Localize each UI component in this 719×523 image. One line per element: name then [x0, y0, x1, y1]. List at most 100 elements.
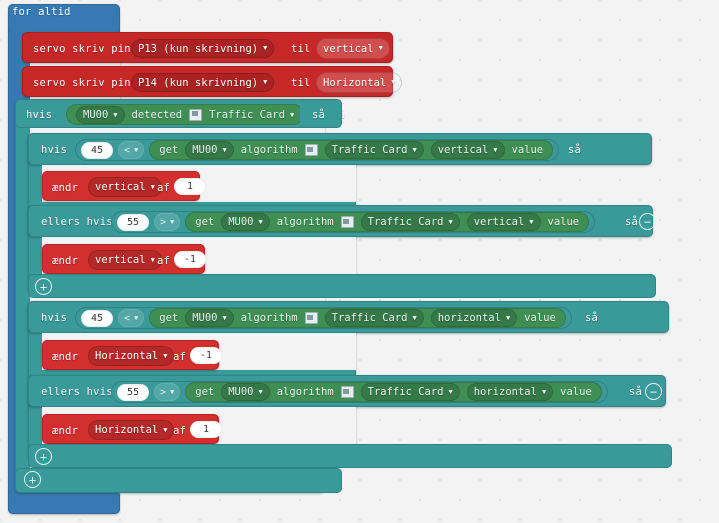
vertical-elseif-algorithm: algorithm [276, 216, 334, 228]
change-by-label: af [157, 255, 171, 267]
horizontal-if-header[interactable]: hvis 45 < ▼ get MU00 ▼ algorithm Traffic… [28, 301, 669, 333]
vertical-if-foot[interactable] [28, 274, 656, 298]
servo2-action-label: servo skriv pin [33, 77, 131, 89]
change-variable-dropdown[interactable]: Horizontal ▼ [88, 346, 175, 366]
outer-if-foot[interactable] [15, 468, 342, 493]
change-variable-value: Horizontal [95, 424, 159, 436]
chevron-down-icon: ▼ [493, 146, 498, 154]
vertical-if-then-label: så [568, 144, 582, 156]
plus-circle-icon[interactable]: + [35, 278, 52, 295]
change-variable-dropdown[interactable]: vertical ▼ [88, 250, 162, 270]
vertical-elseif-axis-dropdown[interactable]: vertical ▼ [466, 213, 541, 231]
vertical-if-header[interactable]: hvis 45 < ▼ get MU00 ▼ algorithm Traffic… [28, 133, 652, 165]
servo1-pin-dropdown[interactable]: P13 (kun skrivning) ▼ [131, 39, 275, 58]
outer-if-then-strip[interactable]: så [300, 99, 342, 128]
horizontal-elseif-operator-dropdown[interactable]: > ▼ [154, 383, 181, 401]
outer-if-verb: detected [131, 108, 183, 121]
traffic-card-icon [189, 108, 203, 121]
servo2-pin-dropdown[interactable]: P14 (kun skrivning) ▼ [131, 73, 275, 92]
outer-if-device-dropdown[interactable]: MU00 ▼ [76, 105, 125, 124]
chevron-down-icon: ▼ [412, 146, 417, 154]
chevron-down-icon: ▼ [163, 425, 168, 434]
change-amount-input[interactable]: 1 [190, 421, 222, 438]
vertical-elseif-header[interactable]: ellers hvis 55 > ▼ get MU00 ▼ algorithm … [28, 205, 656, 237]
horizontal-elseif-label: ellers hvis [41, 386, 113, 398]
change-by-label: af [173, 351, 187, 363]
vertical-elseif-number[interactable]: 55 [117, 213, 149, 231]
vertical-elseif-get-reporter[interactable]: get MU00 ▼ algorithm Traffic Card ▼ vert… [185, 212, 590, 232]
vertical-elseif-device-dropdown[interactable]: MU00 ▼ [221, 213, 270, 231]
horizontal-if-number[interactable]: 45 [81, 309, 113, 327]
change-amount-input[interactable]: -1 [190, 347, 222, 364]
chevron-down-icon: ▼ [150, 182, 155, 191]
horizontal-elseif-value-word: value [560, 386, 592, 398]
vertical-elseif-target: Traffic Card [367, 216, 444, 228]
horizontal-elseif-number[interactable]: 55 [117, 383, 149, 401]
chevron-down-icon: ▼ [222, 314, 227, 322]
servo2-value-dropdown[interactable]: Horizontal ▼ [316, 72, 403, 93]
outer-if-target-dropdown[interactable]: Traffic Card ▼ [209, 109, 294, 121]
horizontal-elseif-axis-dropdown[interactable]: horizontal ▼ [466, 383, 554, 401]
servo1-value-dropdown[interactable]: vertical ▼ [316, 38, 390, 59]
change-variable-value: vertical [95, 181, 146, 193]
vertical-if-axis-dropdown[interactable]: vertical ▼ [430, 141, 505, 159]
vertical-elseif-device: MU00 [228, 216, 254, 228]
outer-if-then-text: så [312, 109, 326, 121]
horizontal-elseif-then-label: så [629, 386, 643, 398]
horizontal-elseif-axis: horizontal [473, 386, 537, 398]
vertical-if-label: hvis [41, 144, 68, 156]
vertical-if-value-word: value [511, 144, 544, 156]
vertical-elseif-operator-dropdown[interactable]: > ▼ [154, 213, 181, 231]
change-amount-input[interactable]: -1 [174, 251, 206, 268]
vertical-if-get-reporter[interactable]: get MU00 ▼ algorithm Traffic Card ▼ vert… [149, 140, 554, 160]
change-horizontal-by-minus1-block[interactable]: ændr Horizontal ▼ af -1 [42, 340, 222, 370]
change-action-label: ændr [52, 182, 79, 194]
chevron-down-icon: ▼ [113, 110, 118, 119]
horizontal-elseif-header[interactable]: ellers hvis 55 > ▼ get MU00 ▼ algorithm … [28, 375, 666, 407]
horizontal-if-get-reporter[interactable]: get MU00 ▼ algorithm Traffic Card ▼ hori… [149, 308, 566, 328]
servo-write-block-2[interactable]: servo skriv pin P14 (kun skrivning) ▼ ti… [22, 66, 403, 97]
vertical-if-target: Traffic Card [331, 144, 408, 156]
horizontal-if-target-dropdown[interactable]: Traffic Card ▼ [324, 309, 424, 327]
chevron-down-icon: ▼ [391, 78, 396, 86]
vertical-elseif-target-dropdown[interactable]: Traffic Card ▼ [360, 213, 460, 231]
change-variable-dropdown[interactable]: vertical ▼ [88, 177, 162, 197]
vertical-if-device-dropdown[interactable]: MU00 ▼ [185, 141, 234, 159]
change-amount-input[interactable]: 1 [174, 178, 206, 195]
horizontal-elseif-get-reporter[interactable]: get MU00 ▼ algorithm Traffic Card ▼ hori… [185, 382, 602, 402]
horizontal-elseif-target-dropdown[interactable]: Traffic Card ▼ [360, 383, 460, 401]
change-vertical-by-minus1-block[interactable]: ændr vertical ▼ af -1 [42, 244, 206, 274]
vertical-if-number[interactable]: 45 [81, 141, 113, 159]
change-horizontal-by-1-block[interactable]: ændr Horizontal ▼ af 1 [42, 414, 222, 444]
horizontal-elseif-comparison[interactable]: 55 > ▼ get MU00 ▼ algorithm Traffic Card… [111, 381, 608, 403]
vertical-if-comparison[interactable]: 45 < ▼ get MU00 ▼ algorithm Traffic Card… [75, 139, 560, 161]
change-vertical-by-1-block[interactable]: ændr vertical ▼ af 1 [42, 171, 206, 201]
vertical-elseif-value-word: value [547, 216, 580, 228]
servo-write-block-1[interactable]: servo skriv pin P13 (kun skrivning) ▼ ti… [22, 32, 393, 63]
change-variable-dropdown[interactable]: Horizontal ▼ [88, 420, 175, 440]
horizontal-if-get: get [159, 312, 179, 324]
horizontal-if-device-dropdown[interactable]: MU00 ▼ [185, 309, 234, 327]
horizontal-if-comparison[interactable]: 45 < ▼ get MU00 ▼ algorithm Traffic Card… [75, 307, 572, 329]
chevron-down-icon: ▼ [163, 351, 168, 360]
horizontal-if-axis-dropdown[interactable]: horizontal ▼ [430, 309, 518, 327]
outer-if-header[interactable]: hvis MU00 ▼ detected Traffic Card ▼ så [15, 99, 345, 128]
vertical-if-operator-dropdown[interactable]: < ▼ [118, 141, 145, 159]
blocks-workspace[interactable]: for altid servo skriv pin P13 (kun skriv… [0, 0, 719, 523]
minus-circle-icon[interactable]: − [639, 213, 656, 230]
plus-circle-icon[interactable]: + [35, 448, 52, 465]
forever-foot[interactable] [8, 490, 120, 514]
mu-detected-reporter[interactable]: MU00 ▼ detected Traffic Card ▼ [66, 104, 305, 125]
vertical-if-target-dropdown[interactable]: Traffic Card ▼ [324, 141, 424, 159]
plus-circle-icon[interactable]: + [24, 471, 41, 488]
horizontal-if-operator: < [124, 312, 131, 324]
horizontal-if-operator-dropdown[interactable]: < ▼ [118, 309, 145, 327]
chevron-down-icon: ▼ [134, 146, 139, 154]
vertical-elseif-comparison[interactable]: 55 > ▼ get MU00 ▼ algorithm Traffic Card… [111, 211, 596, 233]
horizontal-elseif-device-dropdown[interactable]: MU00 ▼ [221, 383, 270, 401]
vertical-elseif-then-label: så [625, 216, 639, 228]
traffic-card-icon [304, 144, 318, 156]
minus-circle-icon[interactable]: − [645, 383, 662, 400]
horizontal-if-foot[interactable] [28, 444, 672, 468]
servo1-pin-value: P13 (kun skrivning) [138, 42, 259, 55]
